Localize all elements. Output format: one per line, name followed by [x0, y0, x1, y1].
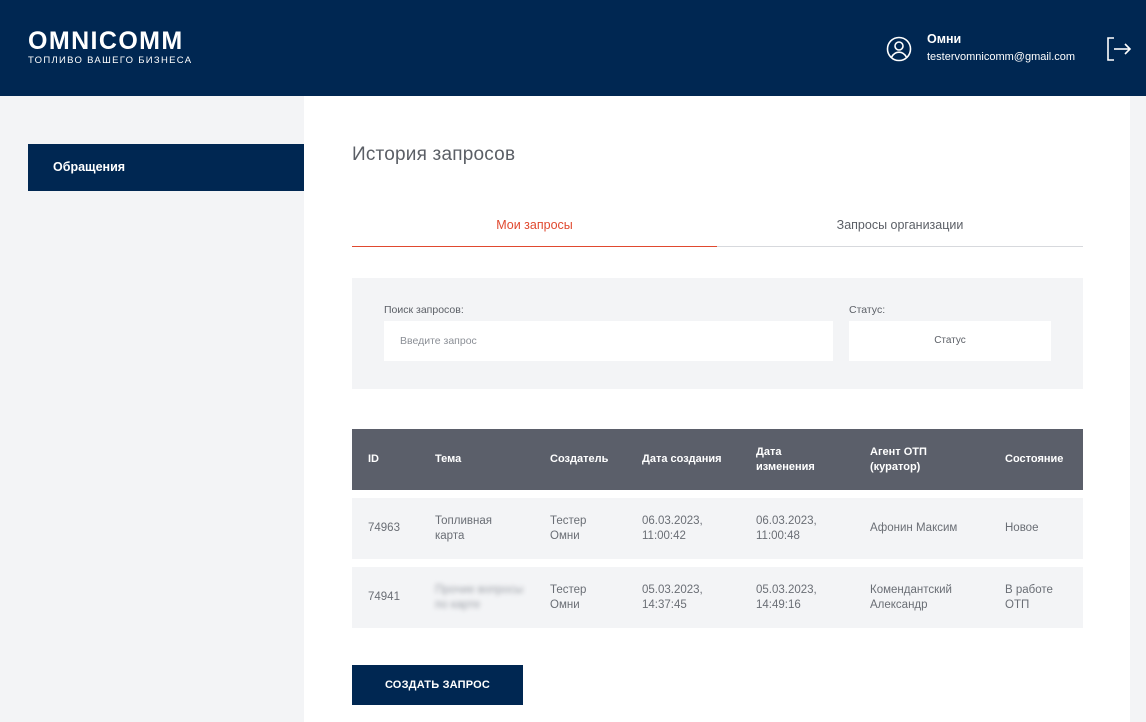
status-select[interactable]: Статус [849, 321, 1051, 361]
search-input[interactable] [384, 321, 833, 361]
column-header-created: Дата создания [642, 453, 722, 465]
logout-icon[interactable] [1106, 35, 1132, 63]
filter-panel: Поиск запросов: Статус: Статус [352, 278, 1083, 389]
logo-tagline: ТОПЛИВО ВАШЕГО БИЗНЕСА [28, 55, 193, 66]
table-header: ID Тема Создатель Дата создания Дата изм… [352, 429, 1083, 490]
search-label: Поиск запросов: [384, 304, 464, 316]
column-header-id: ID [368, 453, 379, 465]
cell-created: 06.03.2023, 11:00:42 [642, 514, 703, 542]
column-header-agent: Агент ОТП (куратор) [870, 445, 927, 473]
cell-id: 74963 [368, 522, 400, 534]
cell-modified: 06.03.2023, 11:00:48 [756, 514, 817, 542]
table-row[interactable]: 74963 Топливная карта Тестер Омни 06.03.… [352, 498, 1083, 559]
sidebar-item-requests[interactable]: Обращения [28, 144, 304, 191]
user-circle-icon[interactable] [886, 36, 912, 62]
tabs: Мои запросы Запросы организации [352, 216, 1083, 247]
user-name: Омни [927, 32, 962, 46]
main-content: История запросов Мои запросы Запросы орг… [304, 96, 1130, 722]
cell-creator: Тестер Омни [550, 514, 587, 542]
tab-my-requests[interactable]: Мои запросы [352, 216, 717, 247]
tab-organization-requests[interactable]: Запросы организации [717, 216, 1083, 247]
column-header-modified: Дата изменения [756, 445, 815, 473]
create-request-button[interactable]: СОЗДАТЬ ЗАПРОС [352, 665, 523, 705]
cell-agent: Афонин Максим [870, 522, 958, 534]
user-info[interactable]: Омни testervomnicomm@gmail.com [927, 32, 1075, 64]
cell-status: Новое [1005, 522, 1039, 534]
requests-table: ID Тема Создатель Дата создания Дата изм… [352, 429, 1083, 628]
cell-topic: Прочие вопросы по карте [435, 583, 524, 611]
column-header-status: Состояние [1005, 453, 1064, 465]
column-header-topic: Тема [435, 453, 462, 465]
cell-created: 05.03.2023, 14:37:45 [642, 583, 703, 611]
omnicomm-logo[interactable]: OMNICOMM ТОПЛИВО ВАШЕГО БИЗНЕСА [28, 27, 193, 67]
cell-topic: Топливная карта [435, 514, 492, 542]
cell-id: 74941 [368, 591, 400, 603]
cell-modified: 05.03.2023, 14:49:16 [756, 583, 817, 611]
table-row[interactable]: 74941 Прочие вопросы по карте Тестер Омн… [352, 567, 1083, 628]
logo-name: OMNICOMM [28, 27, 184, 55]
column-header-creator: Создатель [550, 453, 609, 465]
cell-agent: Комендантский Александр [870, 583, 952, 611]
page-title: История запросов [352, 144, 516, 165]
cell-status: В работе ОТП [1005, 583, 1053, 611]
cell-creator: Тестер Омни [550, 583, 587, 611]
user-email: testervomnicomm@gmail.com [927, 51, 1076, 63]
top-header: OMNICOMM ТОПЛИВО ВАШЕГО БИЗНЕСА Омни tes… [0, 0, 1146, 96]
status-label: Статус: [849, 304, 886, 316]
